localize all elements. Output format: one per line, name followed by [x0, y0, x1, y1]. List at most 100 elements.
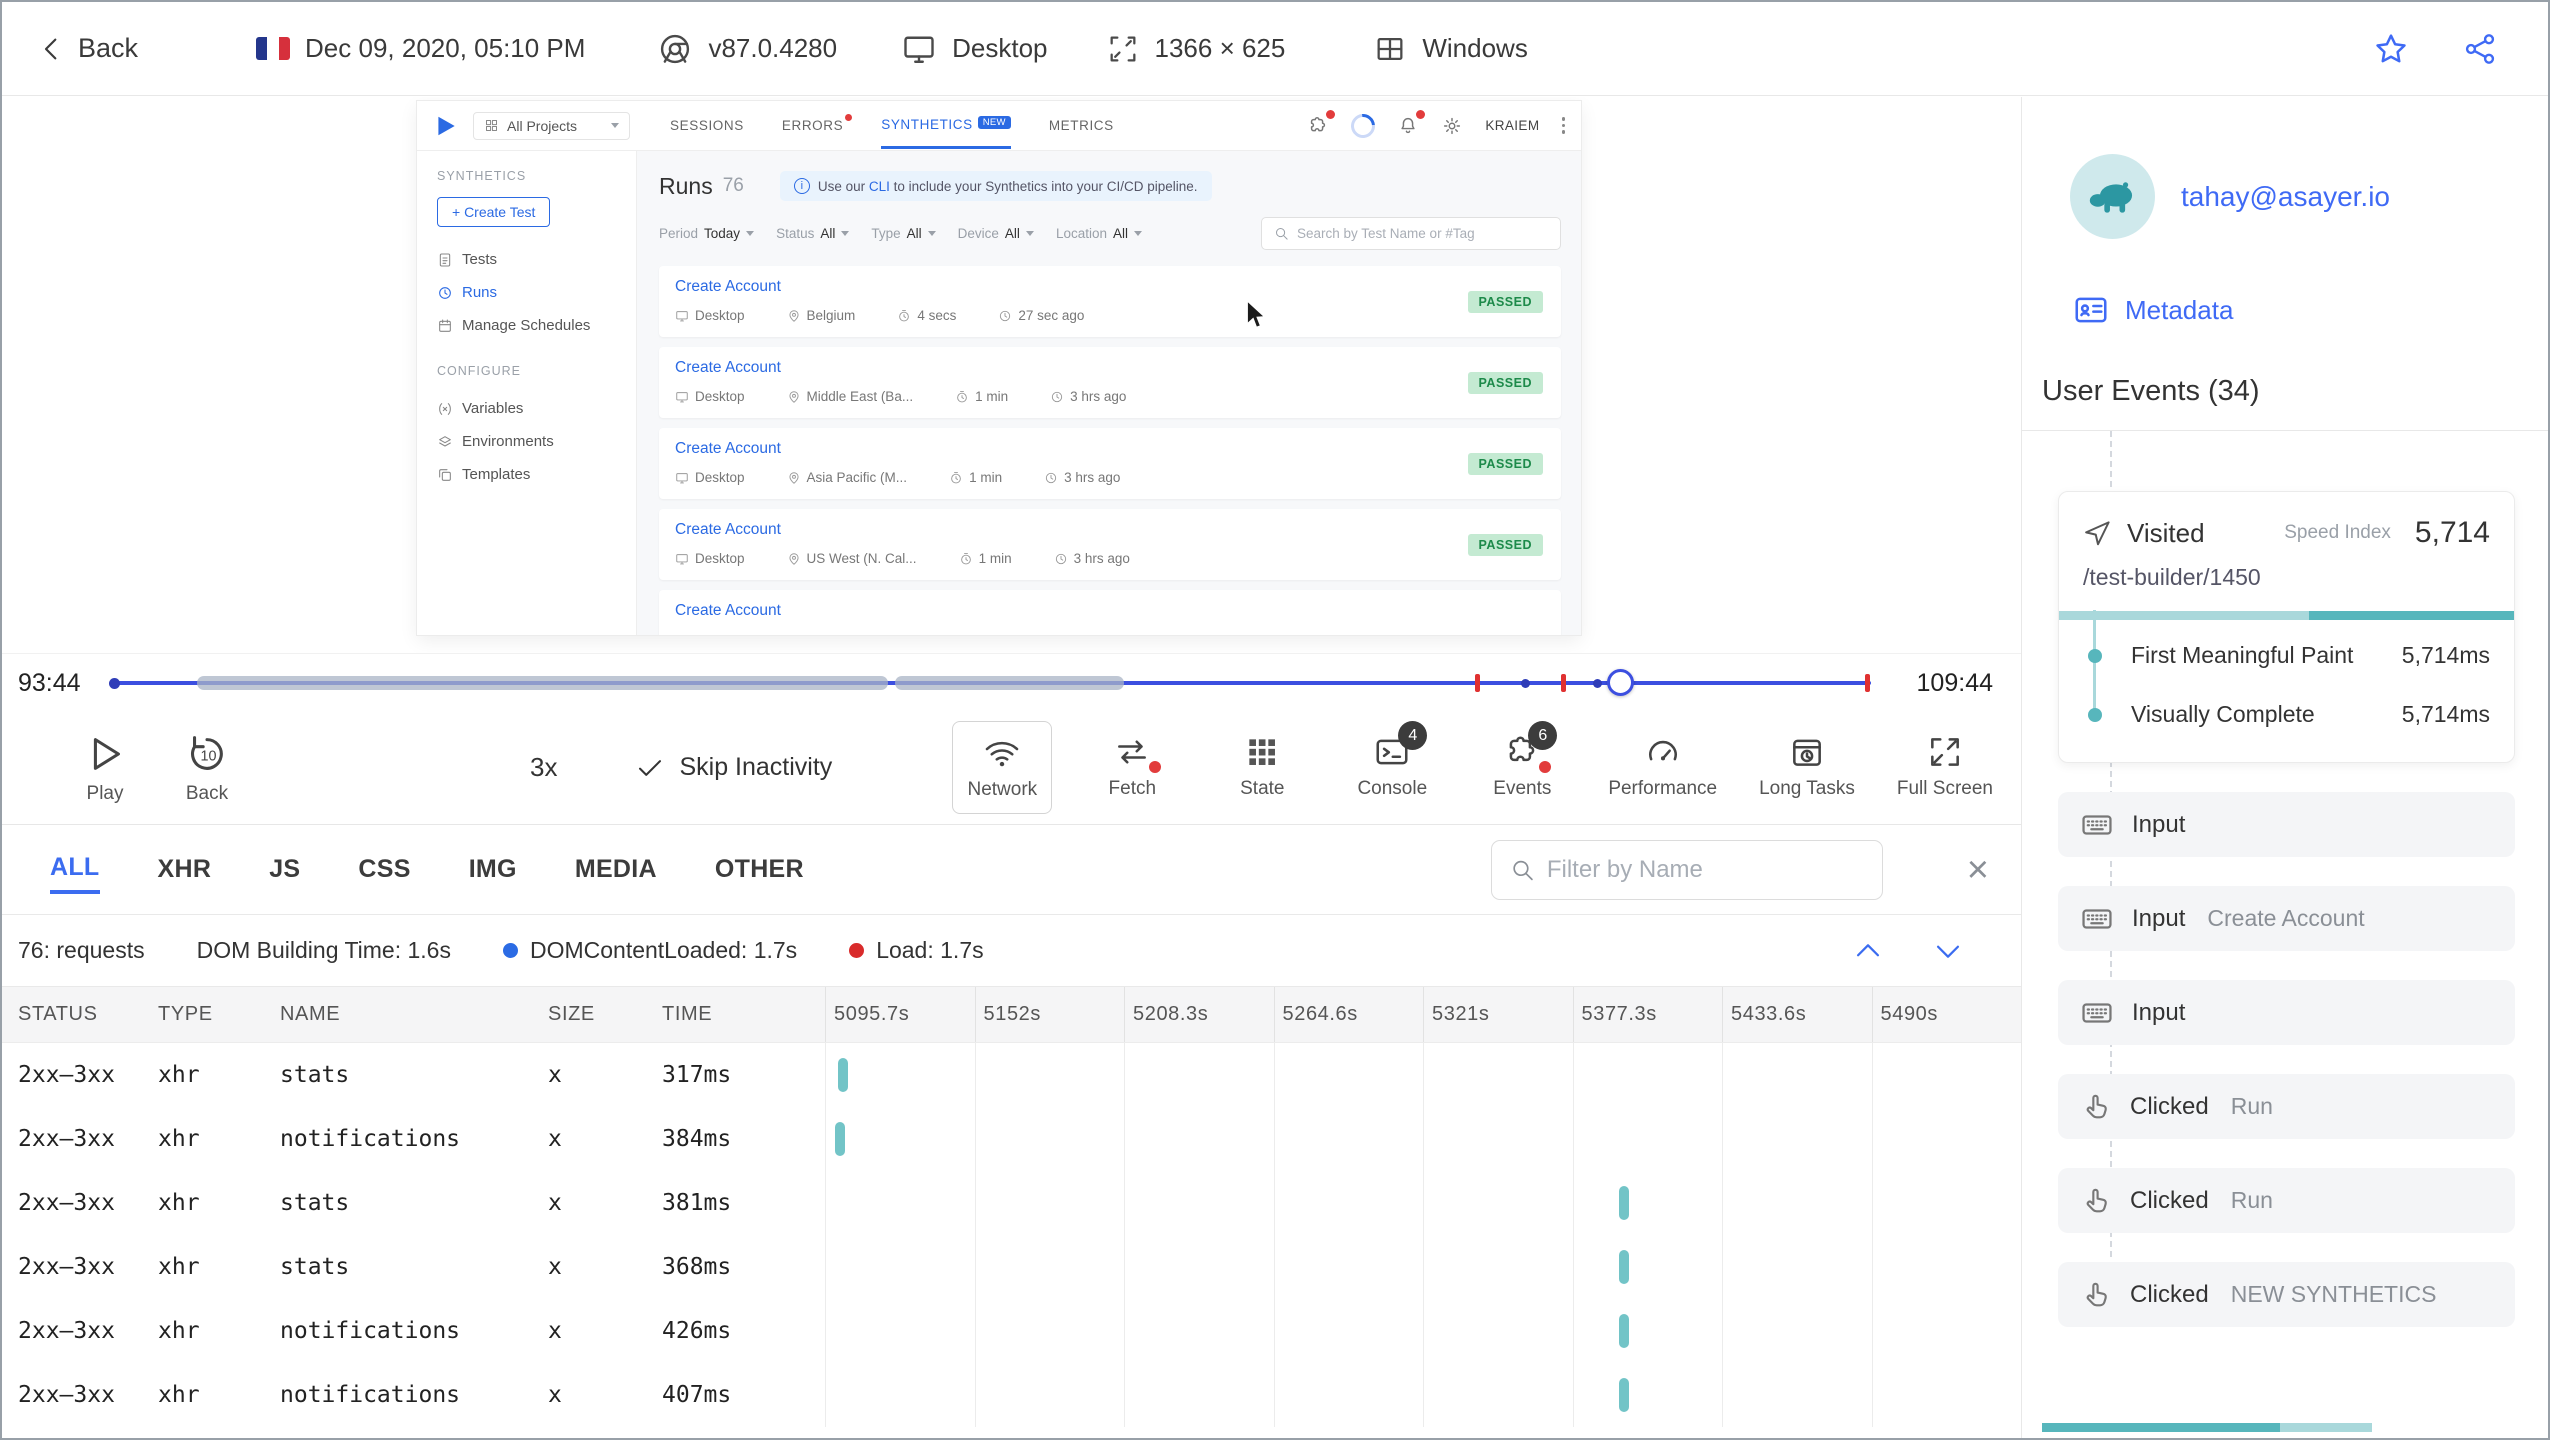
panel-events-button[interactable]: 6 Events: [1472, 721, 1572, 812]
integrations-icon: [1307, 109, 1336, 137]
click-hand-icon: [2086, 1188, 2107, 1212]
copy-icon: [439, 468, 451, 481]
run-card: Create Account: [659, 590, 1561, 635]
sidebar-item-templates: Templates: [437, 458, 618, 491]
timeline-event-dot[interactable]: [1592, 678, 1602, 688]
document-icon: [439, 252, 451, 267]
user-event-card[interactable]: Input: [2058, 792, 2515, 857]
browser-group: v87.0.4280: [657, 31, 837, 67]
timeline-start-dot: [109, 678, 120, 689]
panel-performance-button[interactable]: Performance: [1602, 721, 1723, 812]
keyboard-icon: [2082, 908, 2112, 929]
timeline-error-mark[interactable]: [1475, 674, 1481, 692]
search-icon: [1513, 860, 1533, 880]
user-event-card[interactable]: Input: [2058, 980, 2515, 1045]
network-request-row[interactable]: 2xx–3xx xhr stats x 381ms: [2, 1171, 2021, 1235]
create-test-button: + Create Test: [437, 197, 551, 227]
session-date-group: Dec 09, 2020, 05:10 PM: [256, 33, 585, 64]
stopwatch-icon: [960, 552, 971, 564]
skip-inactivity-toggle[interactable]: Skip Inactivity: [635, 753, 832, 783]
network-tab-media[interactable]: MEDIA: [575, 847, 657, 892]
inactivity-segment: [197, 676, 889, 690]
network-tab-js[interactable]: JS: [269, 847, 300, 892]
network-tabs: ALL XHR JS CSS IMG MEDIA OTHER ×: [2, 825, 2021, 915]
timeline-track[interactable]: [109, 669, 1871, 696]
france-flag-icon: [256, 37, 291, 60]
user-event-card[interactable]: Input Create Account: [2058, 886, 2515, 951]
network-request-row[interactable]: 2xx–3xx xhr notifications x 407ms: [2, 1363, 2021, 1427]
col-size: SIZE: [548, 1003, 595, 1025]
play-button[interactable]: Play: [82, 731, 128, 805]
network-request-row[interactable]: 2xx–3xx xhr stats x 368ms: [2, 1235, 2021, 1299]
clock-icon: [439, 286, 451, 299]
timeline-error-mark[interactable]: [1561, 674, 1567, 692]
click-hand-icon: [2086, 1282, 2107, 1306]
dom-content-loaded: DOMContentLoaded: 1.7s: [502, 937, 797, 964]
chevron-up-icon[interactable]: [1851, 934, 1885, 968]
replayed-app-nav-actions: KRAIEM: [1307, 108, 1565, 143]
current-time: 93:44: [18, 669, 81, 697]
monitor-icon: [676, 553, 688, 564]
col-tick: 5433.6s: [1722, 987, 1872, 1042]
network-filter-input[interactable]: [1546, 855, 1864, 884]
network-tab-all[interactable]: ALL: [50, 845, 100, 894]
playhead-handle[interactable]: [1607, 669, 1635, 696]
favorite-star-icon[interactable]: [2372, 30, 2410, 68]
timeline-event-dot[interactable]: [1520, 678, 1530, 688]
visited-metrics: First Meaningful Paint 5,714ms Visually …: [2083, 610, 2490, 744]
monitor-icon: [904, 36, 934, 63]
stopwatch-icon: [899, 309, 910, 321]
network-request-row[interactable]: 2xx–3xx xhr notifications x 426ms: [2, 1299, 2021, 1363]
chrome-icon: [661, 34, 690, 63]
monitor-icon: [676, 391, 688, 402]
network-tab-other[interactable]: OTHER: [715, 847, 804, 892]
status-badge: PASSED: [1467, 371, 1543, 394]
panel-full-screen-button[interactable]: Full Screen: [1891, 721, 1999, 812]
network-request-row[interactable]: 2xx–3xx xhr stats x 317ms: [2, 1043, 2021, 1107]
network-tab-css[interactable]: CSS: [358, 847, 410, 892]
playback-timeline: 93:44 109:44: [2, 653, 2021, 711]
app-logo-icon: [438, 116, 455, 135]
back-button[interactable]: Back: [36, 33, 138, 65]
player-controls: Play 10 Back 3x Skip Inactivity Network …: [2, 711, 2021, 825]
col-name: NAME: [280, 1003, 341, 1025]
cli-banner: i Use our CLI to include your Synthetics…: [779, 171, 1212, 201]
speed-toggle[interactable]: 3x: [530, 752, 557, 783]
col-time: TIME: [662, 1003, 713, 1025]
panel-long-tasks-button[interactable]: Long Tasks: [1753, 721, 1861, 812]
user-events-list: Visited Speed Index 5,714 /test-builder/…: [2022, 431, 2548, 1327]
col-tick: 5095.7s: [825, 987, 975, 1042]
filter-dropdown: Type All: [871, 226, 936, 241]
sidebar-section-configure: CONFIGURE: [437, 364, 521, 378]
network-filter-field: [1490, 839, 1883, 900]
network-tab-xhr[interactable]: XHR: [158, 847, 212, 892]
info-icon: i: [793, 178, 810, 194]
metadata-button[interactable]: Metadata: [2072, 291, 2548, 329]
panel-fetch-button[interactable]: Fetch: [1082, 721, 1182, 812]
network-tab-img[interactable]: IMG: [469, 847, 517, 892]
panel-console-button[interactable]: 4 Console: [1342, 721, 1442, 812]
share-icon[interactable]: [2462, 31, 2498, 67]
visited-path: /test-builder/1450: [2083, 564, 2261, 590]
gear-icon: [1444, 117, 1461, 134]
user-event-card[interactable]: Clicked Run: [2058, 1074, 2515, 1139]
close-panel-icon[interactable]: ×: [1967, 851, 1989, 889]
panel-state-button[interactable]: State: [1212, 721, 1312, 812]
filter-dropdown: Location All: [1056, 226, 1142, 241]
panel-network-button[interactable]: Network: [952, 721, 1053, 814]
clock-icon: [1000, 310, 1011, 321]
loading-spinner-icon: [1346, 108, 1381, 143]
back-10s-button[interactable]: 10 Back: [184, 731, 230, 805]
sidebar-item-variables: Variables: [437, 392, 618, 425]
metric-dot: [2087, 648, 2102, 663]
user-event-card[interactable]: Clicked Run: [2058, 1168, 2515, 1233]
windows-icon: [1377, 37, 1403, 60]
user-event-card[interactable]: Clicked NEW SYNTHETICS: [2058, 1262, 2515, 1327]
network-request-row[interactable]: 2xx–3xx xhr notifications x 384ms: [2, 1107, 2021, 1171]
run-card: Create Account Desktop US West (N. Cal..…: [659, 509, 1561, 580]
check-icon: [639, 759, 662, 776]
visited-event-card[interactable]: Visited Speed Index 5,714 /test-builder/…: [2058, 491, 2515, 763]
filter-dropdown: Status All: [776, 226, 850, 241]
timeline-error-mark[interactable]: [1865, 674, 1871, 692]
chevron-down-icon[interactable]: [1931, 934, 1965, 968]
